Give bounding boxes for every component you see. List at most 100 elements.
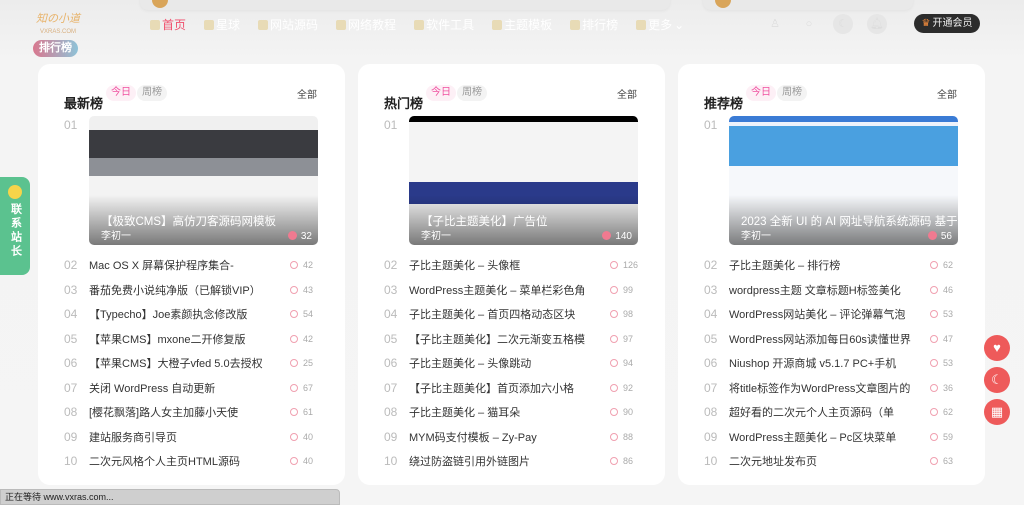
heart-button[interactable]: ♥: [984, 335, 1010, 361]
top-post-thumbnail[interactable]: 2023 全新 UI 的 AI 网址导航系统源码 基于 李初一 56: [729, 116, 958, 245]
tab-today[interactable]: 今日: [426, 85, 456, 101]
list-item[interactable]: 08 [樱花飘落]路人女主加藤小天使 61: [64, 400, 324, 425]
list-item[interactable]: 09 建站服务商引导页 40: [64, 425, 324, 450]
nav-item[interactable]: 排行榜: [570, 16, 618, 33]
post-title[interactable]: Mac OS X 屏幕保护程序集合-: [89, 257, 290, 273]
list-item[interactable]: 05 【苹果CMS】mxone二开修复版 42: [64, 327, 324, 352]
author-name[interactable]: 李初一: [421, 227, 451, 242]
bell-icon[interactable]: 🔔︎: [867, 14, 887, 34]
list-item[interactable]: 04 【Typecho】Joe素颜执念修改版 54: [64, 302, 324, 327]
list-item[interactable]: 10 绕过防盗链引用外链图片 86: [384, 449, 644, 474]
post-title[interactable]: WordPress网站添加每日60s读懂世界: [729, 331, 930, 347]
list-item[interactable]: 07 【子比主题美化】首页添加六小格 92: [384, 376, 644, 401]
user-icon[interactable]: ♙: [765, 14, 785, 34]
views-icon: [930, 285, 938, 294]
list-item[interactable]: 06 【苹果CMS】大橙子vfed 5.0去授权 25: [64, 351, 324, 376]
post-title[interactable]: 番茄免费小说纯净版（已解锁VIP）: [89, 282, 290, 298]
list-item[interactable]: 08 子比主题美化 – 猫耳朵 90: [384, 400, 644, 425]
list-item[interactable]: 03 wordpress主题 文章标题H标签美化 46: [704, 278, 964, 303]
rank-number: 09: [704, 429, 718, 444]
logo[interactable]: 知の小道 VXRAS.COM: [36, 13, 80, 41]
vip-button[interactable]: ♛ 开通会员: [914, 14, 980, 33]
nav-item[interactable]: 网络教程: [336, 16, 396, 33]
list-item[interactable]: 10 二次元风格个人主页HTML源码 40: [64, 449, 324, 474]
post-title[interactable]: Niushop 开源商城 v5.1.7 PC+手机: [729, 355, 930, 371]
post-title[interactable]: 绕过防盗链引用外链图片: [409, 453, 610, 469]
qrcode-button[interactable]: ▦: [984, 399, 1010, 425]
post-title[interactable]: [樱花飘落]路人女主加藤小天使: [89, 404, 290, 420]
post-title[interactable]: 【苹果CMS】mxone二开修复版: [89, 331, 290, 347]
rank-number: 10: [704, 454, 718, 469]
card-title: 热门榜: [384, 96, 424, 111]
views-icon: [290, 457, 298, 466]
rank-pill: 排行榜: [33, 40, 78, 57]
post-title[interactable]: 建站服务商引导页: [89, 429, 290, 445]
nav-item[interactable]: 网站源码: [258, 16, 318, 33]
post-title[interactable]: 关闭 WordPress 自动更新: [89, 380, 290, 396]
list-item[interactable]: 04 子比主题美化 – 首页四格动态区块 98: [384, 302, 644, 327]
tab-today[interactable]: 今日: [746, 85, 776, 101]
nav-icon: [570, 19, 581, 30]
post-title[interactable]: 子比主题美化 – 首页四格动态区块: [409, 306, 610, 322]
post-title[interactable]: 二次元地址发布页: [729, 453, 930, 469]
tab-today[interactable]: 今日: [106, 85, 136, 101]
top-post-thumbnail[interactable]: 【极致CMS】高仿刀客源码网模板 李初一 32: [89, 116, 318, 245]
post-title[interactable]: 二次元风格个人主页HTML源码: [89, 453, 290, 469]
post-title[interactable]: 子比主题美化 – 猫耳朵: [409, 404, 610, 420]
list-item[interactable]: 05 【子比主题美化】二次元渐变五格模 97: [384, 327, 644, 352]
view-all-link[interactable]: 全部: [297, 86, 317, 101]
list-item[interactable]: 02 子比主题美化 – 头像框 126: [384, 253, 644, 278]
post-title[interactable]: WordPress主题美化 – Pc区块菜单: [729, 429, 930, 445]
post-title[interactable]: 将title标签作为WordPress文章图片的: [729, 380, 930, 396]
post-title[interactable]: 子比主题美化 – 头像跳动: [409, 355, 610, 371]
list-item[interactable]: 07 关闭 WordPress 自动更新 67: [64, 376, 324, 401]
list-item[interactable]: 02 Mac OS X 屏幕保护程序集合- 42: [64, 253, 324, 278]
author-name[interactable]: 李初一: [741, 227, 771, 242]
tab-week[interactable]: 周榜: [457, 85, 487, 101]
nav-label: 网络教程: [348, 18, 397, 32]
dark-mode-icon[interactable]: ☾: [833, 14, 853, 34]
post-title[interactable]: MYM码支付模板 – Zy-Pay: [409, 429, 610, 445]
post-title[interactable]: 子比主题美化 – 排行榜: [729, 257, 930, 273]
post-title[interactable]: 超好看的二次元个人主页源码（单: [729, 404, 930, 420]
list-item[interactable]: 09 WordPress主题美化 – Pc区块菜单 59: [704, 425, 964, 450]
top-post-title[interactable]: 2023 全新 UI 的 AI 网址导航系统源码 基于: [741, 213, 958, 229]
tab-week[interactable]: 周榜: [777, 85, 807, 101]
moon-button[interactable]: ☾: [984, 367, 1010, 393]
nav-item[interactable]: 更多 ⌄: [636, 16, 684, 33]
list-item[interactable]: 08 超好看的二次元个人主页源码（单 62: [704, 400, 964, 425]
list-item[interactable]: 05 WordPress网站添加每日60s读懂世界 47: [704, 327, 964, 352]
nav-item[interactable]: 星球: [204, 16, 240, 33]
list-item[interactable]: 06 Niushop 开源商城 v5.1.7 PC+手机 53: [704, 351, 964, 376]
list-item[interactable]: 06 子比主题美化 – 头像跳动 94: [384, 351, 644, 376]
author-name[interactable]: 李初一: [101, 227, 131, 242]
post-title[interactable]: WordPress网站美化 – 评论弹幕气泡: [729, 306, 930, 322]
rank-number: 04: [704, 307, 718, 322]
post-title[interactable]: 【Typecho】Joe素颜执念修改版: [89, 306, 290, 322]
list-item[interactable]: 02 子比主题美化 – 排行榜 62: [704, 253, 964, 278]
view-all-link[interactable]: 全部: [937, 86, 957, 101]
post-title[interactable]: WordPress主题美化 – 菜单栏彩色角: [409, 282, 610, 298]
tab-week[interactable]: 周榜: [137, 85, 167, 101]
list-item[interactable]: 10 二次元地址发布页 63: [704, 449, 964, 474]
nav-item[interactable]: 首页: [150, 16, 186, 33]
top-post-thumbnail[interactable]: 【子比主题美化】广告位 李初一 140: [409, 116, 638, 245]
list-item[interactable]: 09 MYM码支付模板 – Zy-Pay 88: [384, 425, 644, 450]
contact-admin-button[interactable]: 联系站长: [0, 177, 30, 275]
list-item[interactable]: 03 番茄免费小说纯净版（已解锁VIP） 43: [64, 278, 324, 303]
list-item[interactable]: 07 将title标签作为WordPress文章图片的 36: [704, 376, 964, 401]
post-title[interactable]: 子比主题美化 – 头像框: [409, 257, 610, 273]
post-title[interactable]: 【苹果CMS】大橙子vfed 5.0去授权: [89, 355, 290, 371]
post-title[interactable]: 【子比主题美化】二次元渐变五格模: [409, 331, 610, 347]
list-item[interactable]: 04 WordPress网站美化 – 评论弹幕气泡 53: [704, 302, 964, 327]
list-item[interactable]: 03 WordPress主题美化 – 菜单栏彩色角 99: [384, 278, 644, 303]
view-count: 62: [943, 407, 954, 418]
rank-number: 08: [384, 405, 398, 420]
nav-item[interactable]: 软件工具: [414, 16, 474, 33]
post-title[interactable]: 【子比主题美化】首页添加六小格: [409, 380, 610, 396]
search-icon[interactable]: ○: [799, 14, 819, 34]
post-title[interactable]: wordpress主题 文章标题H标签美化: [729, 282, 930, 298]
nav-label: 首页: [162, 18, 187, 32]
nav-item[interactable]: 主题模板: [492, 16, 552, 33]
view-all-link[interactable]: 全部: [617, 86, 637, 101]
